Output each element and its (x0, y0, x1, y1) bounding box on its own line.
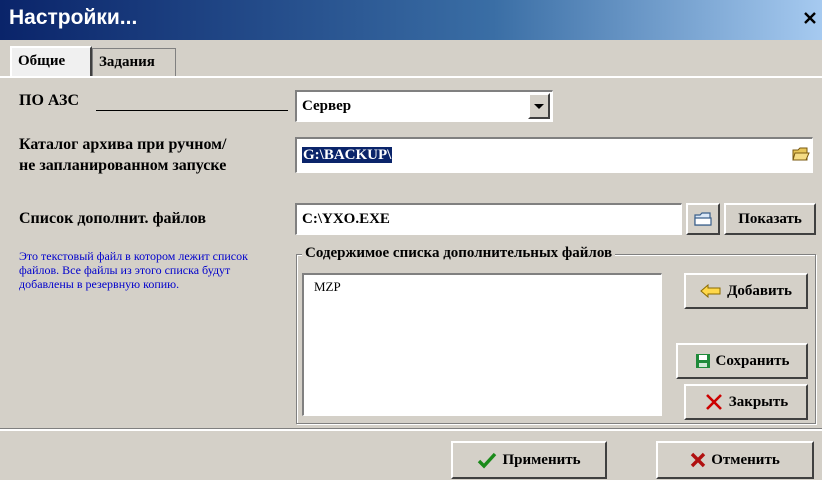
close-list-button[interactable]: Закрыть (684, 384, 808, 420)
azs-label: ПО АЗС (19, 92, 79, 110)
extra-files-listbox[interactable]: MZP (302, 273, 662, 416)
archive-path-value: G:\BACKUP\ (302, 147, 393, 163)
help-note: Это текстовый файл в котором лежит списо… (19, 249, 274, 291)
open-file-icon (694, 212, 712, 226)
x-icon (691, 452, 706, 468)
add-button[interactable]: Добавить (684, 273, 808, 309)
extra-files-label-text: Список дополнит. файлов (19, 210, 206, 227)
close-window-button[interactable] (800, 10, 819, 29)
apply-button[interactable]: Применить (451, 441, 607, 479)
extra-files-label: Список дополнит. файлов (19, 210, 206, 228)
tab-tasks[interactable]: Задания (92, 48, 176, 76)
extra-files-input[interactable]: C:\YXO.EXE (295, 203, 682, 235)
save-button-label: Сохранить (715, 352, 790, 369)
close-icon (803, 12, 816, 24)
checkmark-icon (478, 452, 497, 469)
tab-general[interactable]: Общие (10, 46, 92, 76)
folder-icon (792, 147, 810, 161)
browse-folder-button[interactable] (792, 145, 810, 163)
azs-dropdown-button[interactable] (528, 93, 550, 119)
tab-general-label: Общие (18, 53, 66, 69)
chevron-down-icon (534, 104, 544, 109)
azs-label-underline (96, 110, 288, 111)
groupbox-title-text: Содержимое списка дополнительных файлов (305, 245, 613, 261)
footer-divider (0, 428, 822, 431)
archive-label: Каталог архива при ручном/ не запланиров… (19, 134, 226, 176)
azs-label-text: ПО АЗС (19, 92, 80, 109)
tab-divider (0, 76, 822, 78)
show-button-label: Показать (738, 210, 802, 227)
floppy-disk-icon (695, 354, 710, 368)
red-x-icon (705, 394, 722, 410)
archive-label-line1: Каталог архива при ручном/ (19, 136, 227, 153)
list-item-text: MZP (314, 279, 341, 294)
help-note-text: Это текстовый файл в котором лежит списо… (19, 249, 248, 291)
show-button[interactable]: Показать (724, 203, 816, 235)
open-file-button[interactable] (686, 203, 720, 235)
archive-label-line2: не запланированном запуске (19, 157, 227, 174)
arrow-left-icon (700, 284, 721, 298)
window-title: Настройки... (9, 6, 138, 29)
save-button[interactable]: Сохранить (676, 343, 808, 379)
apply-button-label: Применить (502, 451, 581, 468)
close-list-button-label: Закрыть (728, 393, 789, 410)
cancel-button-label: Отменить (711, 451, 780, 468)
groupbox-title: Содержимое списка дополнительных файлов (302, 245, 616, 262)
archive-path-input[interactable]: G:\BACKUP\ (295, 137, 813, 173)
add-button-label: Добавить (727, 282, 792, 299)
cancel-button[interactable]: Отменить (656, 441, 814, 479)
azs-combobox-value: Сервер (302, 98, 352, 114)
list-item[interactable]: MZP (304, 275, 661, 295)
azs-combobox[interactable]: Сервер (295, 90, 553, 122)
extra-files-value: C:\YXO.EXE (302, 211, 390, 227)
tab-tasks-label: Задания (99, 54, 155, 70)
